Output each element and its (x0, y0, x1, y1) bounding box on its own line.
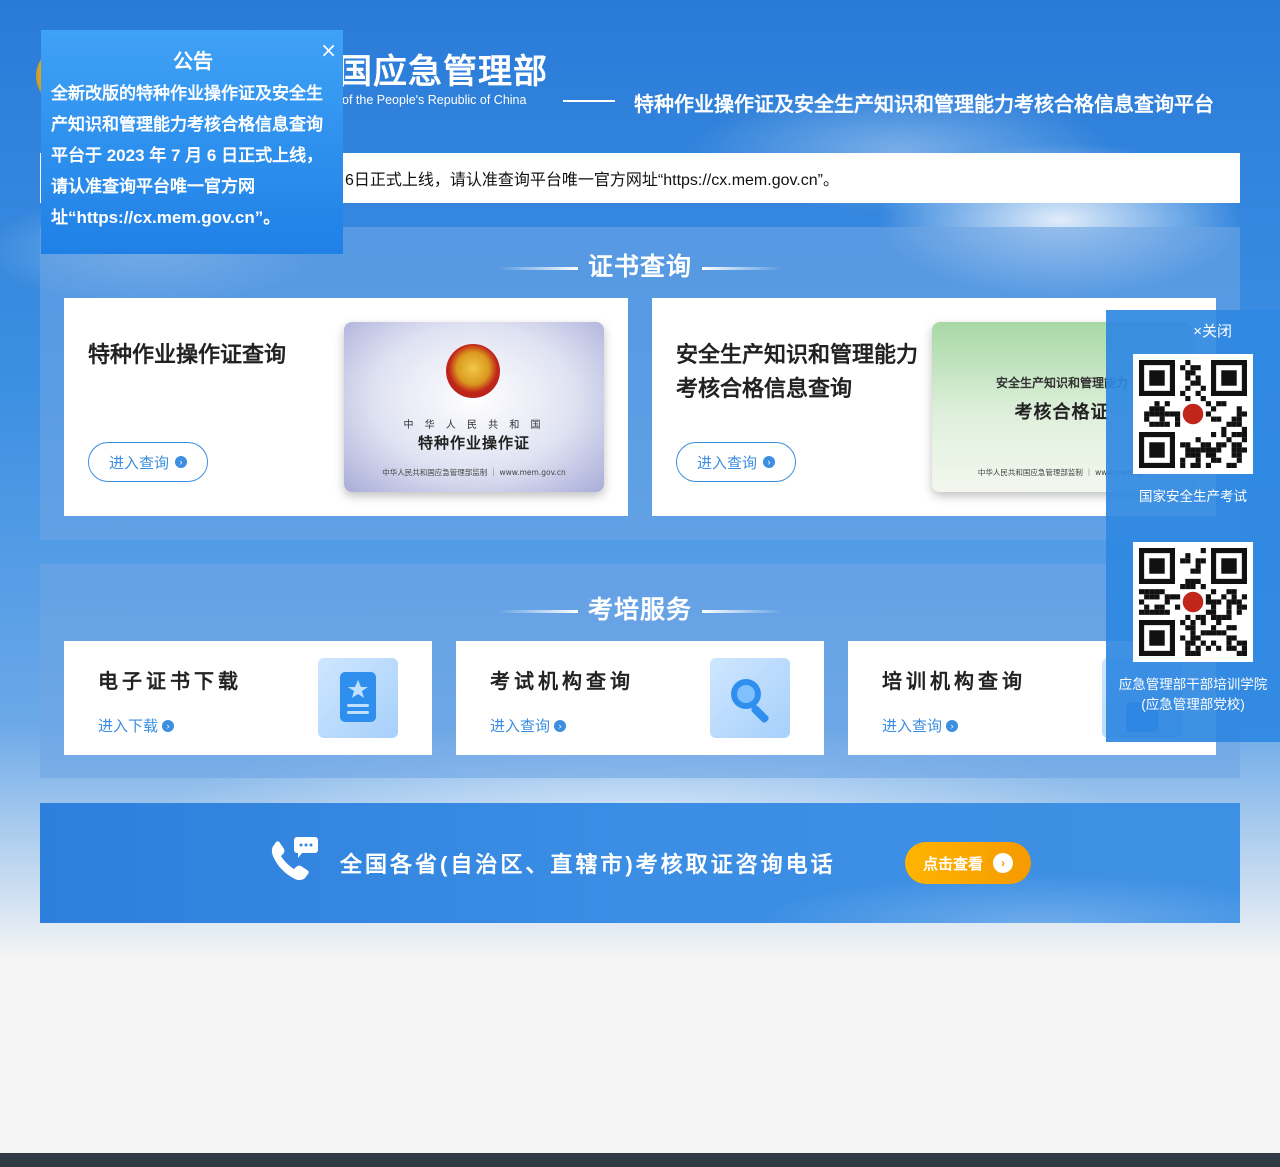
ministry-name: 国应急管理部 (338, 53, 548, 90)
button-label: 进入查询 (108, 454, 169, 472)
arrow-right-icon: › (993, 853, 1014, 873)
button-label: 进入查询 (696, 454, 757, 472)
card-title: 安全生产知识和管理能力 考核合格信息查询 (676, 338, 918, 406)
close-qr-panel-button[interactable]: ×关闭 (1193, 320, 1232, 341)
banner-text: 全国各省(自治区、直辖市)考核取证咨询电话 (340, 852, 836, 877)
license-footer: 中华人民共和国应急管理部监制 ｜ www.mem.gov.cn (382, 468, 566, 477)
close-icon[interactable]: × (320, 40, 337, 60)
arrow-right-icon: › (763, 456, 775, 468)
qr-code-icon (1139, 360, 1247, 468)
enter-query-link[interactable]: 进入查询 › (490, 715, 567, 736)
card-title: 电子证书下载 (98, 671, 242, 693)
card-title: 考试机构查询 (490, 671, 634, 693)
enter-query-button[interactable]: 进入查询 › (676, 442, 796, 482)
card-title-line1: 安全生产知识和管理能力 (676, 342, 919, 367)
arrow-right-icon: › (946, 719, 959, 732)
qr-center-emblem-icon (1182, 403, 1204, 425)
qr-code-exam (1133, 354, 1253, 474)
qr-label-line2: (应急管理部党校) (1141, 697, 1245, 712)
enter-download-link[interactable]: 进入下载 › (98, 715, 175, 736)
e-certificate-download-card[interactable]: 电子证书下载 进入下载 › (64, 641, 432, 755)
enter-query-button[interactable]: 进入查询 › (88, 442, 208, 482)
notice-title: 公告 (173, 51, 213, 73)
qr-code-training-academy (1133, 542, 1253, 662)
click-view-button[interactable]: 点击查看 › (905, 842, 1031, 884)
magnifier-icon (710, 658, 790, 738)
qr-center-emblem-icon (1182, 591, 1204, 613)
ministry-name-english: of the People's Republic of China (342, 93, 527, 107)
title-decoration-right (702, 609, 782, 613)
title-decoration-right (702, 266, 782, 270)
link-label: 进入查询 (490, 718, 551, 735)
card-title: 特种作业操作证查询 (88, 342, 287, 367)
section-title-text: 考培服务 (587, 596, 692, 624)
title-decoration-left (497, 609, 578, 613)
header-divider (563, 100, 615, 102)
title-decoration-left (497, 266, 578, 270)
special-operation-cert-card[interactable]: 特种作业操作证查询 进入查询 › 中 华 人 民 共 和 国 特种作业操作证 中… (64, 298, 628, 516)
exam-institution-query-card[interactable]: 考试机构查询 进入查询 › (456, 641, 824, 755)
qr-label-exam: 国家安全生产考试 (1139, 489, 1247, 504)
button-label: 点击查看 (923, 855, 984, 873)
ticker-text: 6日正式上线，请认准查询平台唯一官方网址“https://cx.mem.gov.… (345, 172, 839, 189)
arrow-right-icon: › (554, 719, 567, 732)
phone-chat-icon (268, 837, 324, 883)
arrow-right-icon: › (175, 456, 187, 468)
national-emblem-icon (446, 344, 500, 398)
notice-body: 全新改版的特种作业操作证及安全生产知识和管理能力考核合格信息查询平台于 2023… (51, 84, 324, 227)
card-title-line2: 考核合格信息查询 (676, 376, 853, 401)
footer-bar (0, 1153, 1280, 1167)
qr-code-icon (1139, 548, 1247, 656)
certificate-icon (318, 658, 398, 738)
special-operation-license-image: 中 华 人 民 共 和 国 特种作业操作证 中华人民共和国应急管理部监制 ｜ w… (344, 322, 604, 492)
link-label: 进入查询 (882, 718, 943, 735)
enter-query-link[interactable]: 进入查询 › (882, 715, 959, 736)
qr-code-side-panel: ×关闭 国家安全生产考试 应急管理部干部培训学院 (应急管理部党校) (1106, 310, 1280, 742)
platform-title: 特种作业操作证及安全生产知识和管理能力考核合格信息查询平台 (634, 94, 1214, 116)
announcement-popup: × 公告 全新改版的特种作业操作证及安全生产知识和管理能力考核合格信息查询平台于… (41, 30, 343, 254)
qr-label-line1: 应急管理部干部培训学院 (1118, 677, 1268, 692)
section-title-service: 考培服务 (40, 590, 1240, 626)
arrow-right-icon: › (162, 719, 175, 732)
link-label: 进入下载 (98, 718, 159, 735)
card-title: 培训机构查询 (882, 671, 1026, 693)
qr-label-academy: 应急管理部干部培训学院 (应急管理部党校) (1106, 675, 1280, 715)
consultation-phone-banner[interactable]: 全国各省(自治区、直辖市)考核取证咨询电话 点击查看 › (40, 803, 1240, 923)
license-name: 特种作业操作证 (417, 435, 530, 452)
license-country: 中 华 人 民 共 和 国 (403, 420, 545, 431)
section-title-text: 证书查询 (587, 253, 692, 281)
